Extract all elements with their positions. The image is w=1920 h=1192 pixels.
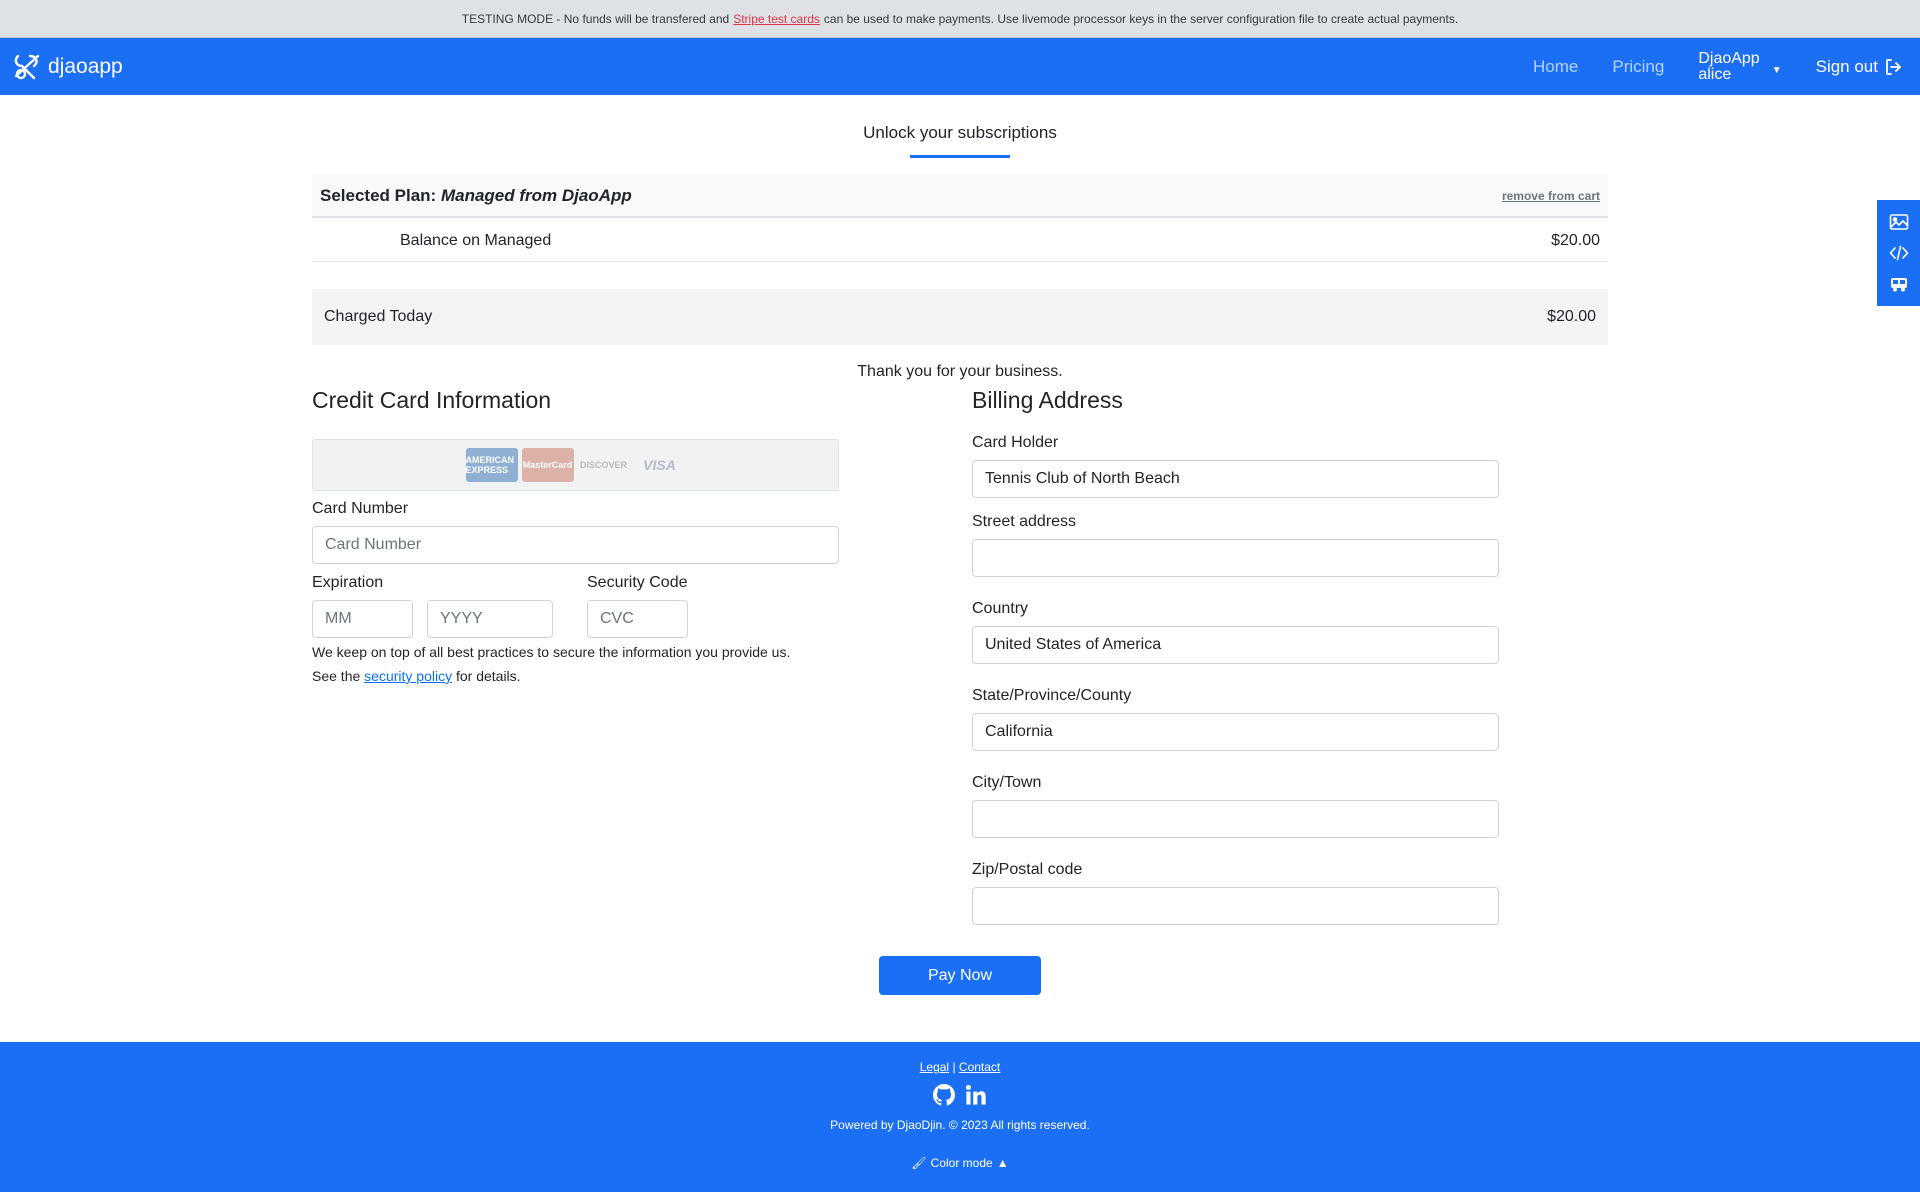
github-icon[interactable] <box>933 1084 955 1106</box>
selected-plan-label: Selected Plan: Managed from DjaoApp <box>320 186 632 206</box>
security-note-line1: We keep on top of all best practices to … <box>312 644 791 660</box>
credit-card-heading: Credit Card Information <box>312 387 552 413</box>
testing-mode-banner: TESTING MODE - No funds will be transfer… <box>0 0 1920 38</box>
nav-pricing-link[interactable]: Pricing <box>1612 57 1664 77</box>
plan-prefix: Selected Plan: <box>320 185 437 205</box>
nav-home-link[interactable]: Home <box>1533 57 1578 77</box>
state-label: State/Province/County <box>972 687 1132 704</box>
sign-out-icon <box>1886 58 1901 75</box>
pay-now-button[interactable]: Pay Now <box>879 956 1041 995</box>
card-number-label: Card Number <box>312 500 409 517</box>
card-number-input[interactable] <box>312 526 839 564</box>
powered-by-text: Powered by DjaoDjin. © 2023 All rights r… <box>830 1118 1090 1132</box>
card-holder-input[interactable] <box>972 460 1499 498</box>
footer-separator: | <box>952 1060 956 1074</box>
brand-logo[interactable]: djaoapp <box>12 52 123 82</box>
country-label: Country <box>972 600 1029 617</box>
mastercard-logo-icon: MasterCard <box>521 448 574 482</box>
footer: Legal | Contact Powered by DjaoDjin. © 2… <box>0 1042 1920 1192</box>
sign-out-link[interactable]: Sign out <box>1816 57 1902 77</box>
city-label: City/Town <box>972 774 1042 791</box>
caret-up-icon: ▲ <box>996 1156 1009 1170</box>
social-icons <box>0 1084 1920 1106</box>
caret-down-icon: ▼ <box>1771 65 1782 76</box>
charged-amount: $20.00 <box>1547 308 1596 325</box>
balance-amount: $20.00 <box>1551 231 1600 249</box>
credit-card-section: Credit Card Information AMERICAN EXPRESS… <box>312 387 839 688</box>
country-input[interactable] <box>972 626 1499 664</box>
balance-label: Balance on Managed <box>400 231 552 249</box>
charged-label: Charged Today <box>324 308 433 325</box>
charged-today-row: Charged Today $20.00 <box>312 289 1608 345</box>
amex-logo-icon: AMERICAN EXPRESS <box>465 448 518 482</box>
thank-you-message: Thank you for your business. <box>857 363 1063 380</box>
contact-link[interactable]: Contact <box>959 1060 1000 1074</box>
banner-prefix: TESTING MODE - No funds will be transfer… <box>461 11 730 26</box>
color-mode-toggle[interactable]: 🖌 Color mode ▲ <box>0 1156 1920 1170</box>
security-code-label: Security Code <box>587 574 688 591</box>
balance-row: Balance on Managed $20.00 <box>312 220 1608 262</box>
banner-suffix: can be used to make payments. Use livemo… <box>823 11 1459 26</box>
stripe-test-cards-link[interactable]: Stripe test cards <box>733 12 820 26</box>
discover-logo-icon: DISCOVER <box>579 460 627 470</box>
security-note-prefix: See the <box>312 668 361 684</box>
brand-name: djaoapp <box>48 55 123 78</box>
footer-links: Legal | Contact <box>0 1060 1920 1074</box>
title-underline <box>910 155 1010 158</box>
security-note: We keep on top of all best practices to … <box>312 640 839 688</box>
street-address-input[interactable] <box>972 539 1499 577</box>
security-code-group: Security Code <box>587 574 839 638</box>
billing-address-section: Billing Address Card Holder Street addre… <box>972 387 1499 925</box>
security-note-suffix: for details. <box>455 668 521 684</box>
code-icon[interactable] <box>1889 244 1909 262</box>
state-input[interactable] <box>972 713 1499 751</box>
expiration-label: Expiration <box>312 574 384 591</box>
expiration-group: Expiration <box>312 574 587 638</box>
user-name: alice <box>1698 65 1732 83</box>
user-menu-dropdown[interactable]: DjaoApp alice ▼ <box>1698 49 1782 83</box>
bus-icon[interactable] <box>1889 275 1909 293</box>
card-holder-label: Card Holder <box>972 434 1059 451</box>
linkedin-icon[interactable] <box>965 1084 987 1106</box>
color-mode-label: Color mode <box>930 1156 993 1170</box>
expiration-year-input[interactable] <box>427 600 553 638</box>
image-icon[interactable] <box>1889 213 1909 231</box>
djaoapp-logo-icon <box>14 54 40 80</box>
side-toolbar <box>1877 200 1920 306</box>
plan-name: Managed from DjaoApp <box>440 185 632 205</box>
selected-plan-header: Selected Plan: Managed from DjaoApp remo… <box>312 175 1608 218</box>
brush-icon: 🖌 <box>911 1156 927 1170</box>
visa-logo-icon: VISA <box>643 457 676 473</box>
sign-out-label: Sign out <box>1815 56 1878 76</box>
zip-label: Zip/Postal code <box>972 861 1083 878</box>
street-address-label: Street address <box>972 513 1077 530</box>
cvc-input[interactable] <box>587 600 688 638</box>
billing-heading: Billing Address <box>972 387 1123 413</box>
legal-link[interactable]: Legal <box>920 1060 949 1074</box>
zip-input[interactable] <box>972 887 1499 925</box>
top-navbar: djaoapp Home Pricing DjaoApp alice ▼ Sig… <box>0 38 1920 95</box>
page-title: Unlock your subscriptions <box>863 123 1057 142</box>
card-logos: AMERICAN EXPRESS MasterCard DISCOVER VIS… <box>312 439 839 491</box>
remove-from-cart-link[interactable]: remove from cart <box>1502 189 1600 203</box>
user-org-name: DjaoApp <box>1698 49 1760 67</box>
expiration-month-input[interactable] <box>312 600 413 638</box>
security-policy-link[interactable]: security policy <box>364 668 452 684</box>
city-input[interactable] <box>972 800 1499 838</box>
